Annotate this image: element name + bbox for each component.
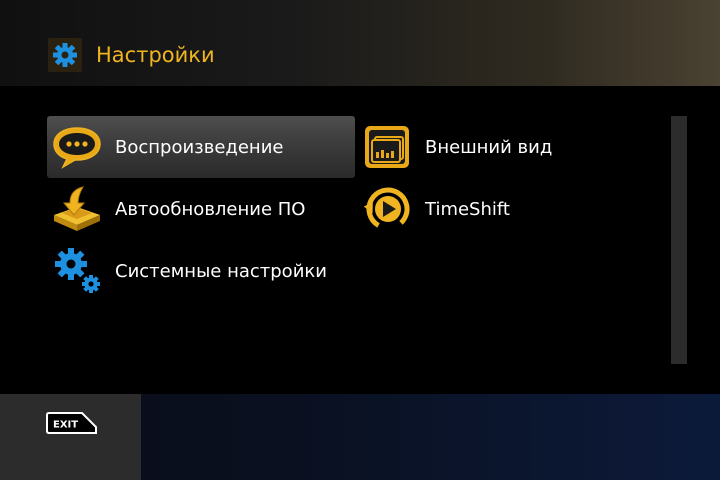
speech-bubble-icon: [47, 121, 107, 173]
menu-item-playback[interactable]: Воспроизведение: [47, 116, 355, 178]
software-update-icon: [47, 183, 107, 235]
exit-label: EXIT: [53, 420, 78, 431]
menu-item-software-update[interactable]: Автообновление ПО: [47, 178, 355, 240]
menu-item-label: Автообновление ПО: [115, 198, 306, 220]
timeshift-icon: [357, 183, 417, 235]
page-title: Настройки: [96, 43, 215, 67]
menu-item-label: Системные настройки: [115, 260, 327, 282]
header-bar: Настройки: [0, 0, 720, 86]
system-gears-icon: [47, 245, 107, 297]
footer-hint-panel: EXIT: [0, 394, 141, 480]
footer-bar: EXIT: [0, 394, 720, 480]
exit-button[interactable]: EXIT: [46, 412, 98, 434]
screen-appearance-icon: [357, 121, 417, 173]
menu-item-timeshift[interactable]: TimeShift: [357, 178, 657, 240]
menu-item-label: Воспроизведение: [115, 136, 284, 158]
menu-item-appearance[interactable]: Внешний вид: [357, 116, 657, 178]
menu-item-system-settings[interactable]: Системные настройки: [47, 240, 355, 302]
menu-item-label: Внешний вид: [425, 136, 553, 158]
menu-item-label: TimeShift: [425, 198, 510, 220]
gear-icon: [48, 38, 82, 72]
scrollbar[interactable]: [671, 116, 687, 364]
